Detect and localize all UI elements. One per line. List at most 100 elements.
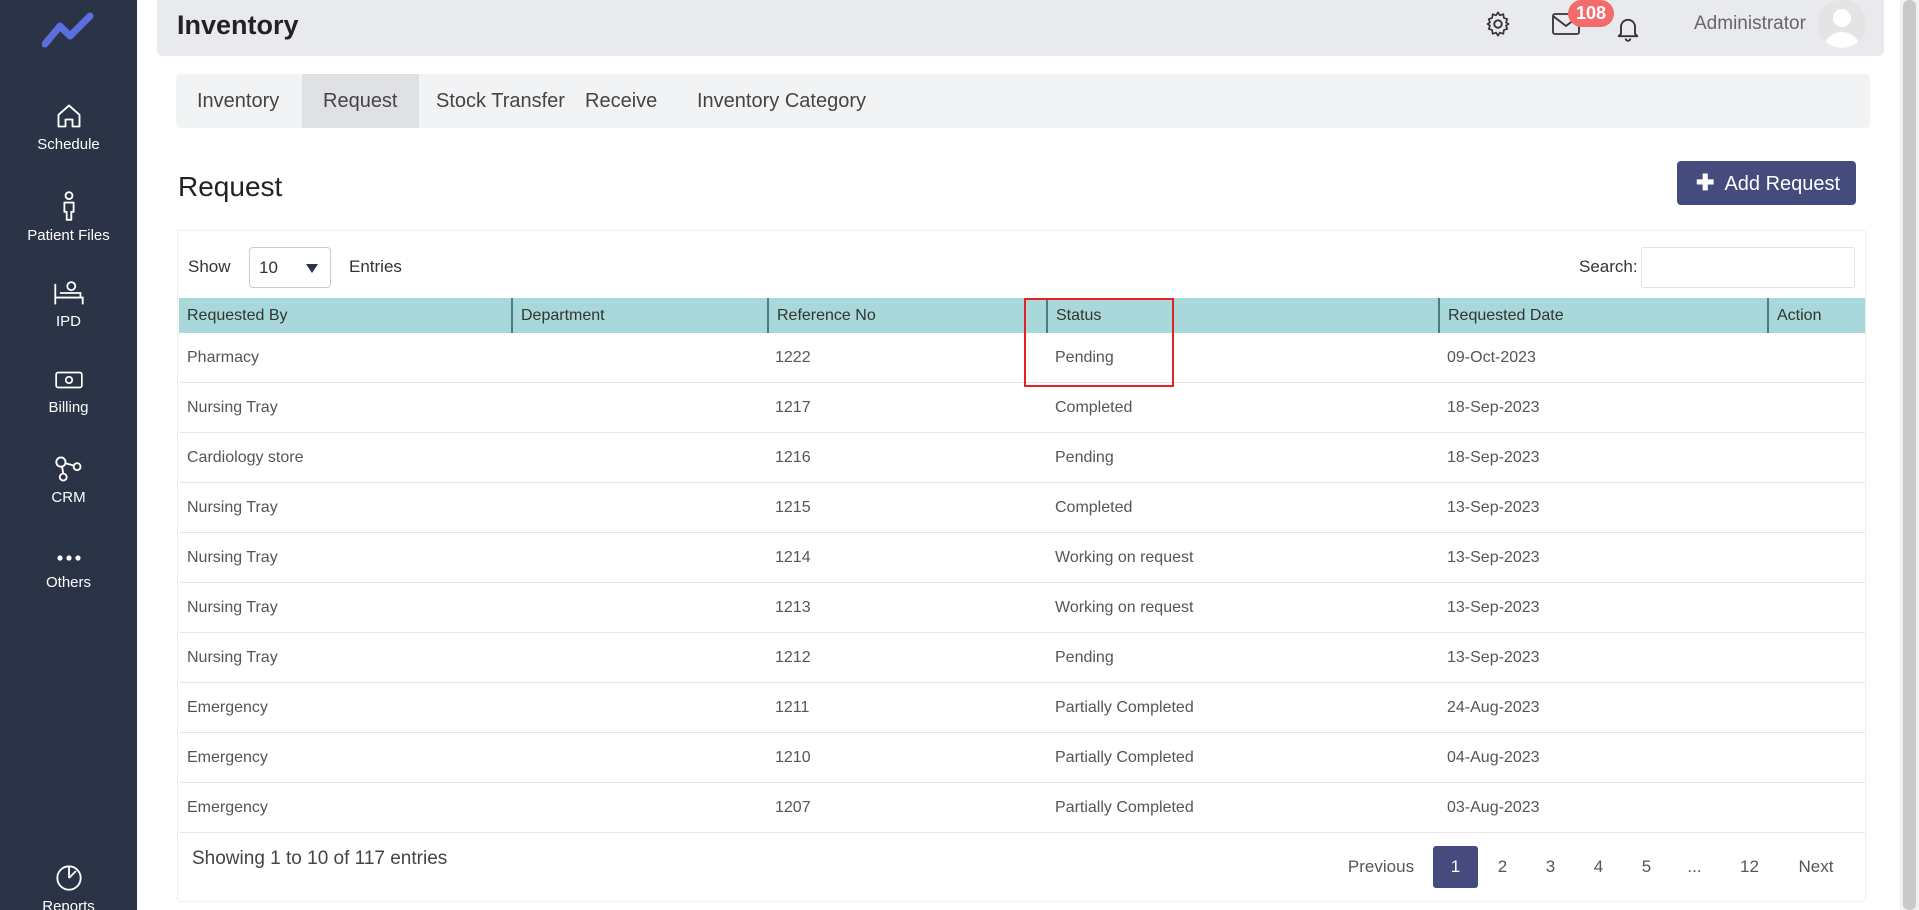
table-row[interactable]: Emergency 1211 Partially Completed 24-Aug-2…	[179, 683, 1865, 733]
network-icon	[54, 456, 81, 482]
cell-reference-no: 1214	[775, 549, 811, 566]
scrollbar-thumb[interactable]	[1903, 0, 1916, 910]
sidebar-item-schedule[interactable]: Schedule	[0, 102, 137, 153]
chart-icon	[55, 865, 82, 891]
sidebar-item-billing[interactable]: Billing	[0, 367, 137, 416]
table-row[interactable]: Pharmacy 1222 Pending 09-Oct-2023	[179, 333, 1865, 383]
pagination-page-2[interactable]: 2	[1480, 846, 1525, 888]
search-input[interactable]	[1641, 247, 1855, 288]
user-name[interactable]: Administrator	[1694, 13, 1806, 35]
cell-reference-no: 1212	[775, 649, 811, 666]
cell-requested-by: Emergency	[187, 799, 268, 816]
table-row[interactable]: Emergency 1210 Partially Completed 04-Aug-2…	[179, 733, 1865, 783]
table-row[interactable]: Nursing Tray 1217 Completed 18-Sep-2023	[179, 383, 1865, 433]
caret-down-icon	[306, 264, 318, 273]
column-header-requested-date[interactable]: Requested Date	[1438, 298, 1767, 333]
pagination-page-4[interactable]: 4	[1576, 846, 1621, 888]
cell-status: Pending	[1055, 449, 1114, 466]
plus-icon: ✚	[1696, 170, 1715, 195]
sidebar-item-label: Reports	[42, 898, 95, 910]
column-header-requested-by[interactable]: Requested By	[179, 298, 511, 333]
cell-requested-date: 03-Aug-2023	[1447, 799, 1540, 816]
entries-label: Entries	[349, 257, 402, 276]
column-header-status[interactable]: Status	[1046, 298, 1438, 333]
sidebar-item-label: Billing	[48, 399, 89, 416]
cell-reference-no: 1215	[775, 499, 811, 516]
logo-icon	[42, 12, 94, 48]
app-root: Schedule Patient Files IPD Billing CRM O…	[0, 0, 1919, 910]
sidebar-item-label: CRM	[51, 489, 86, 506]
table-row[interactable]: Nursing Tray 1212 Pending 13-Sep-2023	[179, 633, 1865, 683]
pagination-next[interactable]: Next	[1780, 846, 1852, 888]
cell-status: Working on request	[1055, 549, 1194, 566]
tab-inventory[interactable]: Inventory	[176, 74, 300, 128]
table-header: Requested By Department Reference No Sta…	[179, 298, 1865, 333]
cell-requested-by: Pharmacy	[187, 349, 260, 366]
cell-requested-date: 04-Aug-2023	[1447, 749, 1540, 766]
gear-icon[interactable]	[1484, 10, 1512, 38]
cell-requested-date: 13-Sep-2023	[1447, 549, 1540, 566]
sidebar-item-reports[interactable]: Reports	[0, 864, 137, 910]
page-title: Inventory	[177, 10, 299, 40]
cell-status: Completed	[1055, 399, 1133, 416]
cell-requested-by: Nursing Tray	[187, 399, 278, 416]
home-icon	[57, 104, 80, 128]
table-row[interactable]: Emergency 1207 Partially Completed 03-Aug-2…	[179, 783, 1865, 833]
notification-badge: 108	[1568, 0, 1614, 27]
bell-icon[interactable]	[1614, 14, 1642, 42]
table-row[interactable]: Nursing Tray 1213 Working on request 13-Sep…	[179, 583, 1865, 633]
top-header: Inventory 108 Administrator	[157, 0, 1884, 56]
tab-inventory-category[interactable]: Inventory Category	[676, 74, 887, 128]
cell-reference-no: 1207	[775, 799, 811, 816]
avatar[interactable]	[1818, 0, 1866, 48]
tab-stock-transfer[interactable]: Stock Transfer	[415, 74, 586, 128]
table-row[interactable]: Cardiology store 1216 Pending 18-Sep-2023	[179, 433, 1865, 483]
pagination-previous[interactable]: Previous	[1338, 846, 1424, 888]
sidebar-item-label: Schedule	[37, 136, 100, 153]
tab-bar: Inventory Request Stock Transfer Receive…	[176, 74, 1870, 128]
add-request-label: Add Request	[1724, 173, 1841, 195]
sidebar-item-patient-files[interactable]: Patient Files	[0, 191, 137, 244]
sidebar-item-crm[interactable]: CRM	[0, 455, 137, 506]
cell-status: Partially Completed	[1055, 799, 1194, 816]
column-header-reference-no[interactable]: Reference No	[767, 298, 1046, 333]
cell-requested-by: Emergency	[187, 749, 268, 766]
column-header-action[interactable]: Action	[1767, 298, 1865, 333]
cell-reference-no: 1211	[775, 699, 810, 716]
cell-status: Pending	[1055, 649, 1114, 666]
entries-value: 10	[259, 258, 278, 277]
sidebar-item-ipd[interactable]: IPD	[0, 279, 137, 330]
pagination-page-12[interactable]: 12	[1727, 846, 1772, 888]
pagination-page-3[interactable]: 3	[1528, 846, 1573, 888]
cell-reference-no: 1210	[775, 749, 811, 766]
cell-requested-date: 18-Sep-2023	[1447, 449, 1540, 466]
cell-requested-date: 13-Sep-2023	[1447, 649, 1540, 666]
more-icon	[56, 555, 81, 561]
table-row[interactable]: Nursing Tray 1214 Working on request 13-Sep…	[179, 533, 1865, 583]
entries-select[interactable]: 10	[249, 247, 331, 288]
cell-requested-by: Nursing Tray	[187, 549, 278, 566]
cell-requested-date: 18-Sep-2023	[1447, 399, 1540, 416]
cell-requested-by: Nursing Tray	[187, 649, 278, 666]
cell-reference-no: 1216	[775, 449, 811, 466]
tab-receive[interactable]: Receive	[564, 74, 678, 128]
sidebar-item-others[interactable]: Others	[0, 548, 137, 591]
tab-request[interactable]: Request	[302, 74, 419, 128]
sidebar-item-label: IPD	[55, 313, 81, 330]
add-request-button[interactable]: ✚ Add Request	[1677, 161, 1856, 205]
cell-requested-date: 13-Sep-2023	[1447, 599, 1540, 616]
cell-requested-date: 13-Sep-2023	[1447, 499, 1540, 516]
column-header-department[interactable]: Department	[511, 298, 767, 333]
sidebar-item-label: Others	[45, 574, 91, 591]
cell-status: Completed	[1055, 499, 1133, 516]
sidebar: Schedule Patient Files IPD Billing CRM O…	[0, 0, 137, 910]
cell-requested-date: 09-Oct-2023	[1447, 349, 1536, 366]
showing-entries-text: Showing 1 to 10 of 117 entries	[192, 848, 448, 869]
show-label: Show	[188, 257, 231, 276]
pagination-page-5[interactable]: 5	[1624, 846, 1669, 888]
section-title: Request	[178, 171, 283, 202]
sidebar-item-label: Patient Files	[27, 227, 110, 244]
pagination-page-1[interactable]: 1	[1433, 846, 1478, 888]
table-row[interactable]: Nursing Tray 1215 Completed 13-Sep-2023	[179, 483, 1865, 533]
cell-status: Pending	[1055, 349, 1114, 366]
